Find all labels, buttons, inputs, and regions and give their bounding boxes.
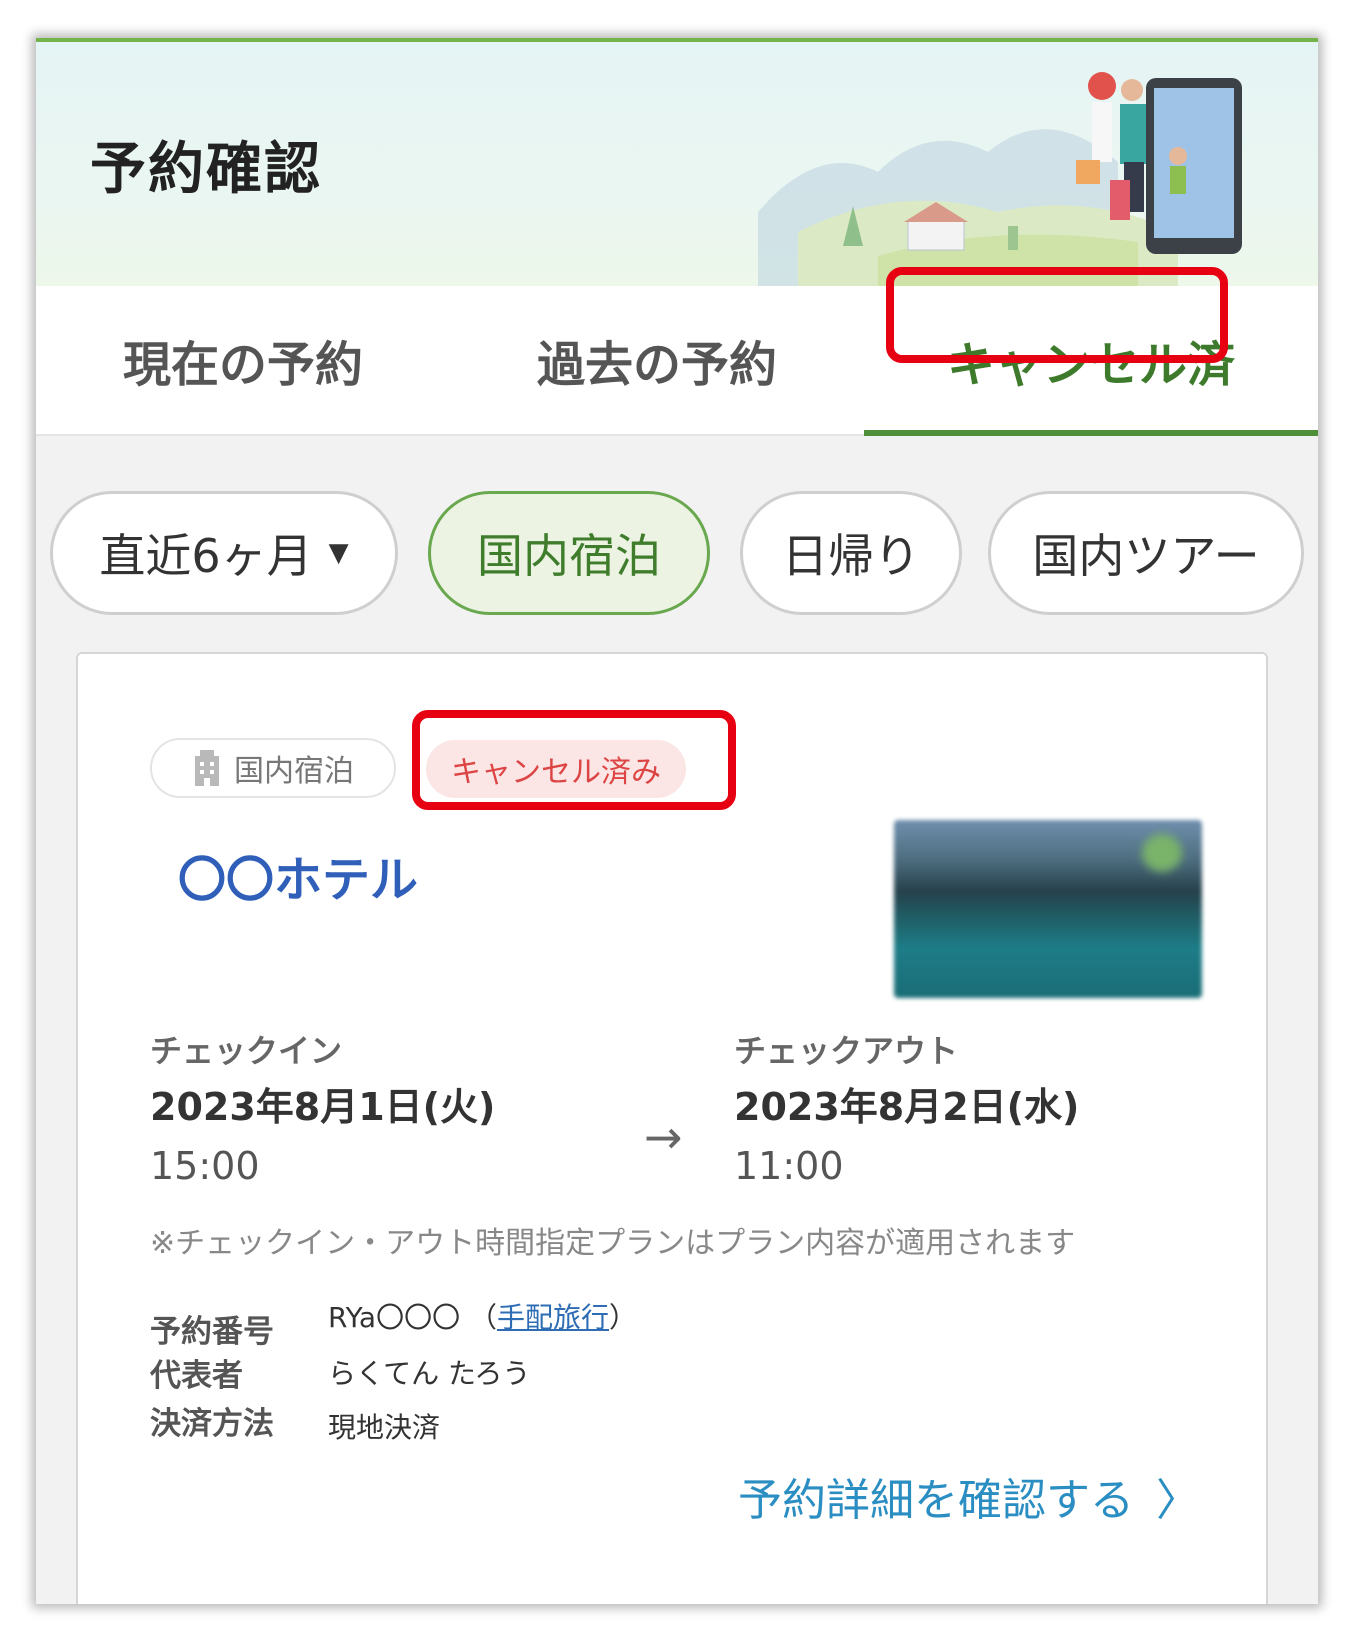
period-filter-dropdown[interactable]: 直近6ヶ月 ▼	[50, 491, 398, 615]
status-badge: キャンセル済み	[426, 740, 686, 798]
checkout-label: チェックアウト	[734, 1032, 959, 1070]
filter-chip-day-trip[interactable]: 日帰り	[740, 491, 962, 615]
category-tag-label: 国内宿泊	[234, 754, 354, 789]
reservation-tabs: 現在の予約 過去の予約 キャンセル済	[36, 286, 1318, 436]
checkin-date: 2023年8月1日(火)	[150, 1085, 496, 1129]
filter-chip-domestic-stay[interactable]: 国内宿泊	[428, 491, 710, 615]
checkout-time: 11:00	[734, 1144, 844, 1188]
tab-current-reservations[interactable]: 現在の予約	[36, 286, 450, 434]
paren-open: （	[468, 1301, 497, 1334]
tab-cancelled-reservations[interactable]: キャンセル済	[864, 286, 1318, 436]
filter-chip-domestic-tour[interactable]: 国内ツアー	[988, 491, 1304, 615]
paren-close: ）	[609, 1301, 638, 1334]
tab-past-reservations[interactable]: 過去の予約	[450, 286, 864, 434]
page-title: 予約確認	[90, 137, 322, 202]
checkin-label: チェックイン	[150, 1032, 343, 1070]
travel-illustration	[758, 72, 1242, 286]
chevron-right-icon: 〉	[1156, 1475, 1200, 1526]
hotel-photo	[894, 820, 1202, 998]
building-icon	[195, 750, 219, 786]
caret-down-icon: ▼	[328, 538, 349, 568]
app-frame: 予約確認 現在の予約 過去の予約 キャンセル済 直近6ヶ月 ▼ 国内宿泊 日帰り…	[36, 38, 1318, 1604]
reservation-number: RYa〇〇〇 （手配旅行）	[328, 1296, 637, 1336]
reservation-detail-link-label: 予約詳細を確認する	[738, 1475, 1134, 1526]
category-tag: 国内宿泊	[150, 738, 396, 798]
checkin-time: 15:00	[150, 1144, 260, 1188]
representative-value: らくてん たろう	[328, 1357, 531, 1390]
payment-method-value: 現地決済	[328, 1411, 441, 1444]
arrangement-type-link[interactable]: 手配旅行	[497, 1301, 609, 1334]
checkin-time-note: ※チェックイン・アウト時間指定プランはプラン内容が適用されます	[150, 1226, 1076, 1261]
page-header: 予約確認	[36, 42, 1318, 286]
reservation-detail-link[interactable]: 予約詳細を確認する〉	[738, 1464, 1200, 1528]
reservation-number-label: 予約番号	[150, 1314, 274, 1350]
reservation-card: 国内宿泊 キャンセル済み 〇〇ホテル チェックイン 2023年8月1日(火) 1…	[76, 652, 1268, 1604]
checkout-date: 2023年8月2日(水)	[734, 1085, 1080, 1129]
hotel-name-link[interactable]: 〇〇ホテル	[178, 840, 418, 910]
arrow-right-icon: →	[644, 1110, 683, 1164]
payment-method-label: 決済方法	[150, 1406, 274, 1442]
representative-label: 代表者	[150, 1358, 243, 1394]
period-filter-label: 直近6ヶ月	[99, 529, 313, 583]
reservation-number-value: RYa〇〇〇	[328, 1301, 461, 1334]
